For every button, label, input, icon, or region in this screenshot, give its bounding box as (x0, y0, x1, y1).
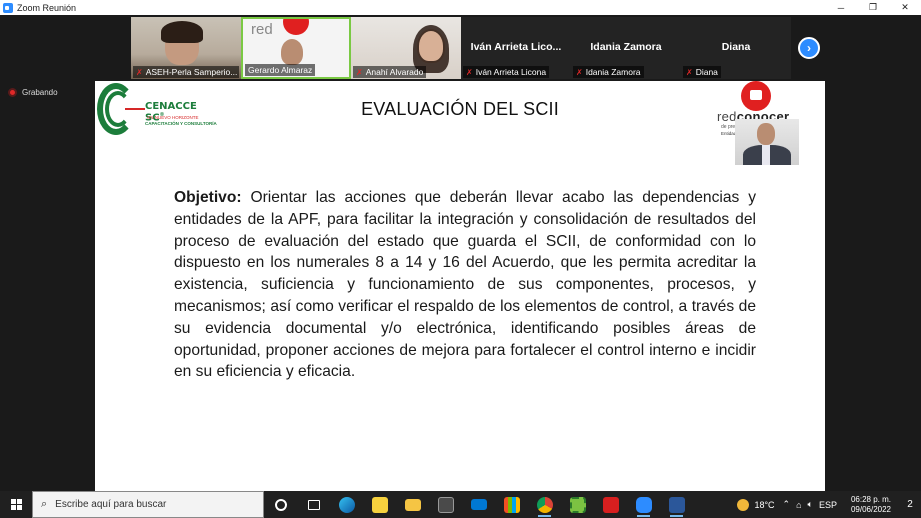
participant-name: Iván Arrieta Licona (475, 67, 547, 77)
participant-face (419, 31, 443, 61)
objective-paragraph: Objetivo: Orientar las acciones que debe… (174, 187, 756, 383)
close-button[interactable]: ✕ (889, 0, 921, 15)
participant-tile[interactable]: Iván Arrieta Lico... ✗ Iván Arrieta Lico… (461, 17, 571, 79)
network-icon[interactable]: ⌂ (796, 500, 801, 510)
file-explorer-icon[interactable] (396, 491, 429, 518)
temperature: 18°C (754, 499, 775, 510)
start-button[interactable] (0, 491, 32, 518)
participant-nameplate: ✗ Anahí Alvarado (353, 66, 427, 78)
participant-video (281, 39, 303, 65)
taskbar-search[interactable]: ⌕ Escribe aquí para buscar (32, 491, 264, 518)
logo-tagline: CAPACITACIÓN Y CONSULTORÍA (145, 121, 217, 126)
search-placeholder: Escribe aquí para buscar (55, 499, 167, 510)
volume-icon[interactable]: 🔈︎ (808, 499, 813, 510)
language-indicator[interactable]: ESP (819, 500, 837, 510)
participant-name: Gerardo Almaraz (248, 65, 313, 75)
clock-date: 09/06/2022 (850, 504, 891, 514)
mic-muted-icon: ✗ (686, 67, 693, 77)
participant-name: ASEH-Perla Samperio... (145, 67, 238, 77)
sticky-notes-icon[interactable] (363, 491, 396, 518)
objective-text: Orientar las acciones que deberán llevar… (174, 189, 756, 381)
weather-widget[interactable]: 18°C (737, 498, 775, 511)
objective-label: Objetivo: (174, 189, 242, 206)
zoom-icon[interactable] (627, 491, 660, 518)
minimize-button[interactable]: ─ (825, 0, 857, 15)
windows-logo-icon (10, 499, 22, 510)
participant-tile-active[interactable]: red Gerardo Almaraz (241, 17, 351, 79)
title-bar: Zoom Reunión ─ ❐ ✕ (0, 0, 921, 15)
restore-button[interactable]: ❐ (857, 0, 889, 15)
presenter-video-overlay (735, 119, 799, 165)
presenter-head (757, 123, 775, 145)
participant-nameplate: ✗ ASEH-Perla Samperio... (133, 66, 239, 78)
word-icon[interactable] (660, 491, 693, 518)
weather-sun-icon (737, 498, 750, 511)
recording-indicator[interactable]: Grabando (8, 88, 58, 97)
mic-muted-icon: ✗ (466, 67, 473, 77)
participant-tile[interactable]: Idania Zamora ✗ Idania Zamora (571, 17, 681, 79)
participant-nameplate: Gerardo Almaraz (245, 64, 316, 76)
shared-screen-slide: CENACCE SC® UN NUEVO HORIZONTE CAPACITAC… (95, 81, 825, 491)
record-icon (8, 88, 17, 97)
show-hidden-icons-chevron-icon[interactable]: ⌃ (783, 499, 791, 510)
clock-time: 06:28 p. m. (850, 494, 891, 504)
participant-display-name: Idania Zamora (590, 41, 662, 53)
participant-nameplate: ✗ Idania Zamora (573, 66, 644, 78)
participant-hair (161, 21, 203, 43)
mic-muted-icon: ✗ (576, 67, 583, 77)
clock[interactable]: 06:28 p. m. 09/06/2022 (851, 495, 891, 515)
meeting-area: ✗ ASEH-Perla Samperio... red Gerardo Alm… (0, 15, 921, 491)
participant-tile[interactable]: Diana ✗ Diana (681, 17, 791, 79)
cortana-icon[interactable] (264, 491, 297, 518)
participant-display-name: Iván Arrieta Lico... (470, 41, 562, 53)
participant-strip: ✗ ASEH-Perla Samperio... red Gerardo Alm… (131, 17, 791, 79)
participant-nameplate: ✗ Diana (683, 66, 721, 78)
presenter-shirt (762, 145, 770, 165)
window-controls: ─ ❐ ✕ (825, 0, 921, 15)
redconocer-logo-mark (741, 81, 771, 111)
participant-display-name: Diana (721, 41, 751, 53)
notifications-icon[interactable]: 2 (899, 491, 921, 518)
search-icon: ⌕ (41, 498, 48, 510)
edge-icon[interactable] (330, 491, 363, 518)
recording-label: Grabando (22, 88, 58, 97)
next-participants-arrow-icon[interactable]: › (798, 37, 820, 59)
chrome-icon[interactable] (528, 491, 561, 518)
notification-count: 2 (907, 499, 913, 510)
acrobat-icon[interactable] (594, 491, 627, 518)
excel-app-icon[interactable] (561, 491, 594, 518)
participant-background-logo-text: red (251, 21, 273, 38)
system-tray: 18°C ⌃ ⌂ 🔈︎ ESP 06:28 p. m. 09/06/2022 2 (737, 491, 921, 518)
mic-muted-icon: ✗ (356, 67, 363, 77)
participant-name: Diana (695, 67, 718, 77)
window-title: Zoom Reunión (17, 2, 77, 13)
taskbar: ⌕ Escribe aquí para buscar 18°C ⌃ ⌂ 🔈︎ E… (0, 491, 921, 518)
store-icon[interactable] (495, 491, 528, 518)
participant-name: Idania Zamora (585, 67, 641, 77)
participant-nameplate: ✗ Iván Arrieta Licona (463, 66, 550, 78)
calculator-icon[interactable] (429, 491, 462, 518)
participant-background-logo (283, 19, 309, 35)
task-view-icon[interactable] (297, 491, 330, 518)
mail-icon[interactable] (462, 491, 495, 518)
mic-muted-icon: ✗ (136, 67, 143, 77)
participant-name: Anahí Alvarado (365, 67, 424, 77)
zoom-app-icon (3, 2, 13, 13)
participant-tile[interactable]: ✗ Anahí Alvarado (351, 17, 461, 79)
participant-tile[interactable]: ✗ ASEH-Perla Samperio... (131, 17, 241, 79)
